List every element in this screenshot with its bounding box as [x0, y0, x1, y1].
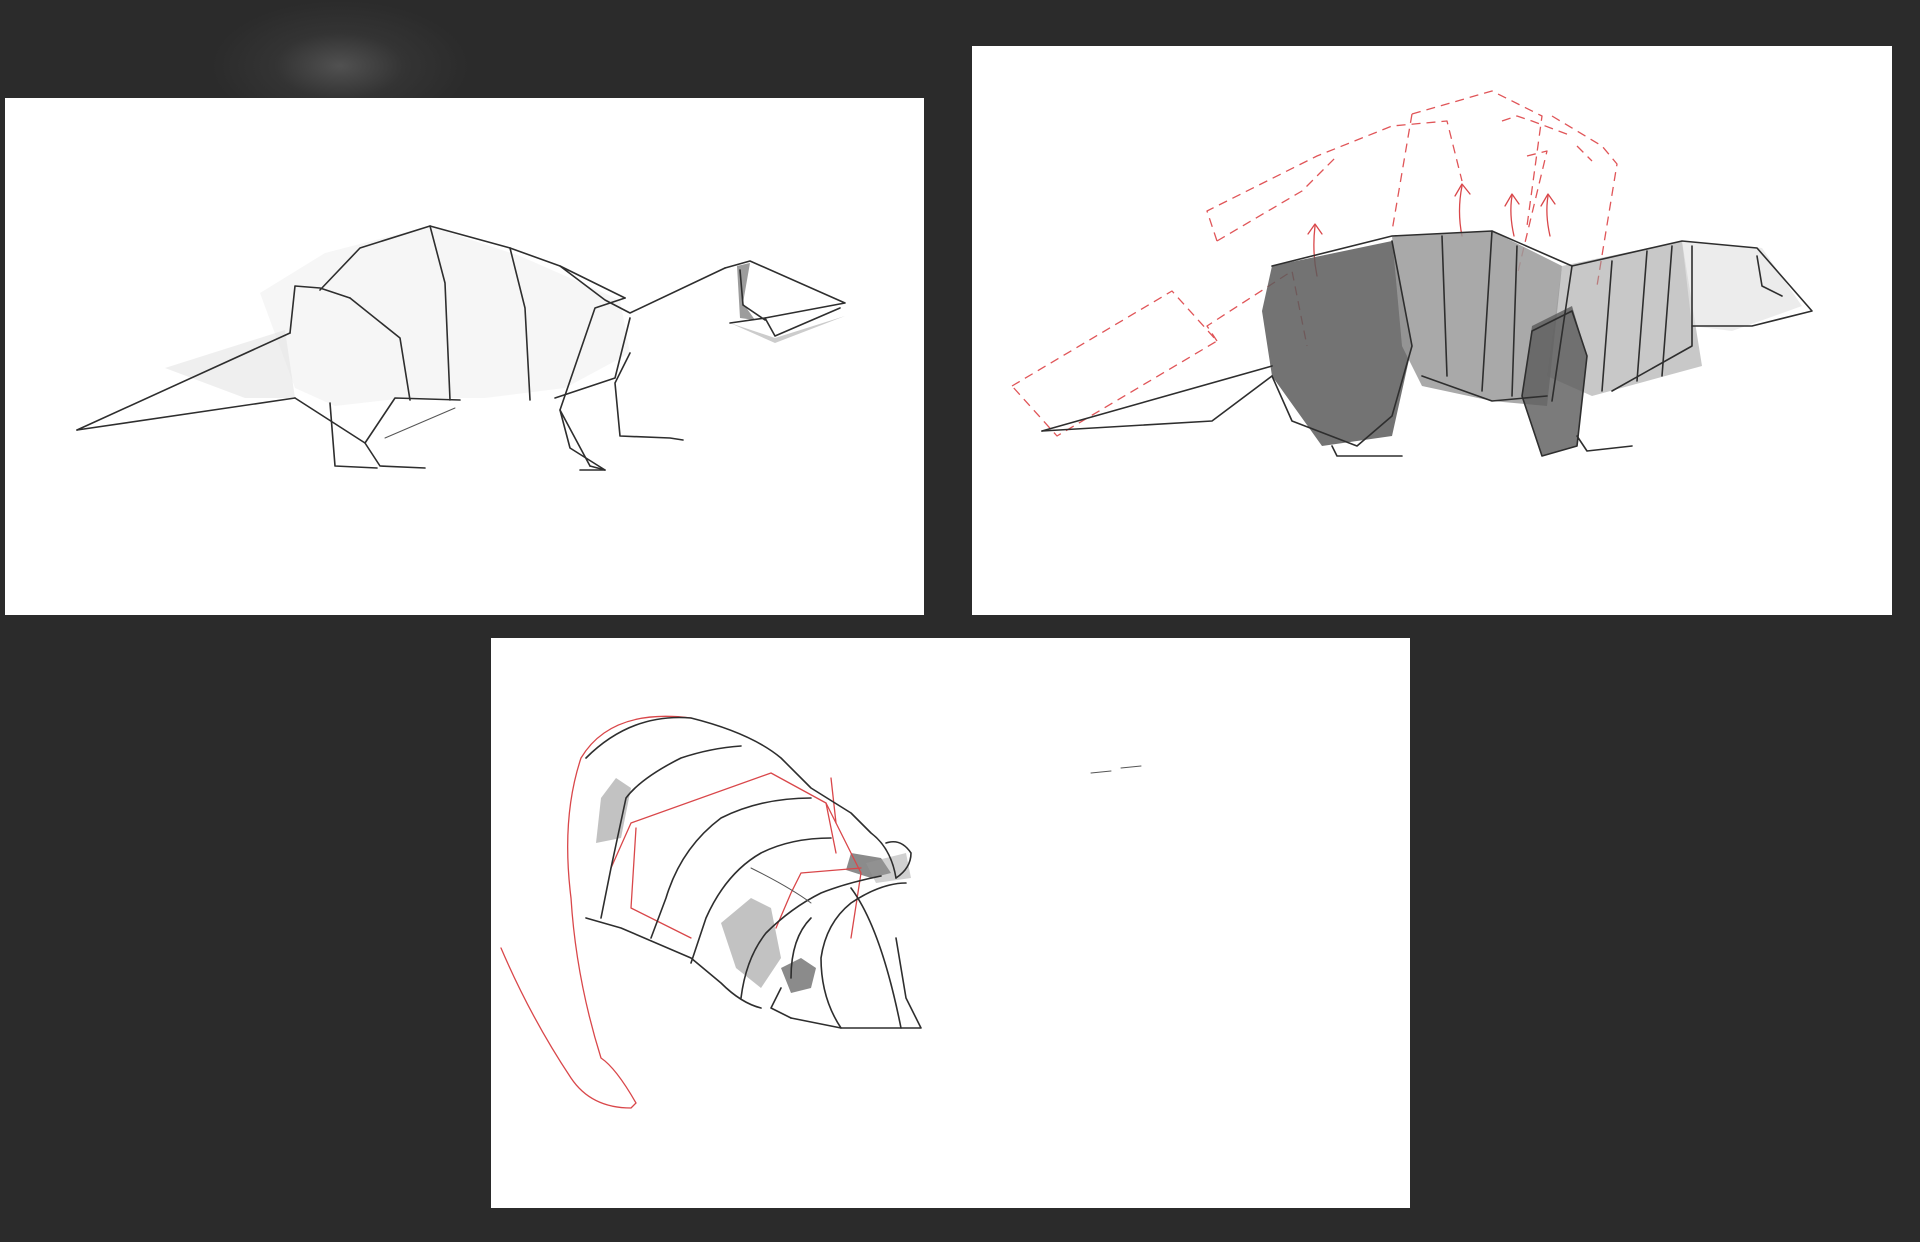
otter-line-drawing — [76, 225, 846, 471]
sketch-panel-2 — [972, 46, 1892, 615]
otter-head-perspective — [500, 715, 1142, 1109]
sketch-panel-3 — [491, 638, 1410, 1208]
sketch-panel-1 — [5, 98, 924, 615]
otter-shaded-study — [1011, 90, 1813, 457]
